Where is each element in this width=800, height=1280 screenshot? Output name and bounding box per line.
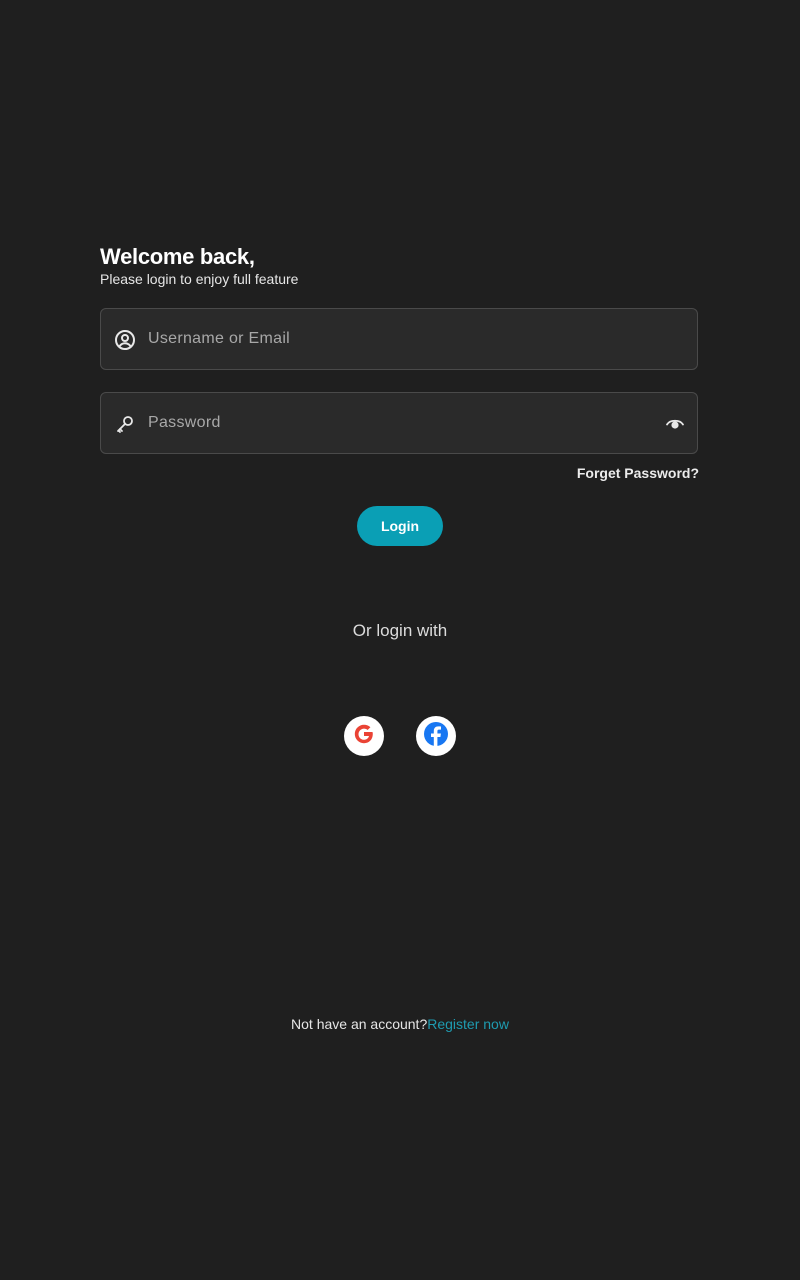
username-field[interactable] (100, 308, 698, 370)
user-circle-icon (113, 328, 137, 352)
password-field[interactable] (100, 392, 698, 454)
page-title: Welcome back, (100, 244, 255, 269)
facebook-login-button[interactable] (416, 716, 456, 756)
login-button[interactable]: Login (357, 506, 443, 546)
username-input[interactable] (148, 309, 648, 369)
google-icon (351, 721, 377, 752)
page-subtitle: Please login to enjoy full feature (100, 271, 299, 287)
register-prompt: Not have an account?Register now (0, 1016, 800, 1032)
facebook-icon (423, 721, 449, 752)
key-icon (113, 412, 137, 436)
login-screen: Welcome back, Please login to enjoy full… (0, 0, 800, 1280)
or-login-with-label: Or login with (352, 621, 448, 640)
password-input[interactable] (148, 393, 648, 453)
eye-icon[interactable] (665, 414, 685, 434)
forgot-password-link[interactable]: Forget Password? (577, 465, 699, 481)
register-now-link[interactable]: Register now (427, 1016, 509, 1032)
google-login-button[interactable] (344, 716, 384, 756)
register-prompt-text: Not have an account? (291, 1016, 428, 1032)
